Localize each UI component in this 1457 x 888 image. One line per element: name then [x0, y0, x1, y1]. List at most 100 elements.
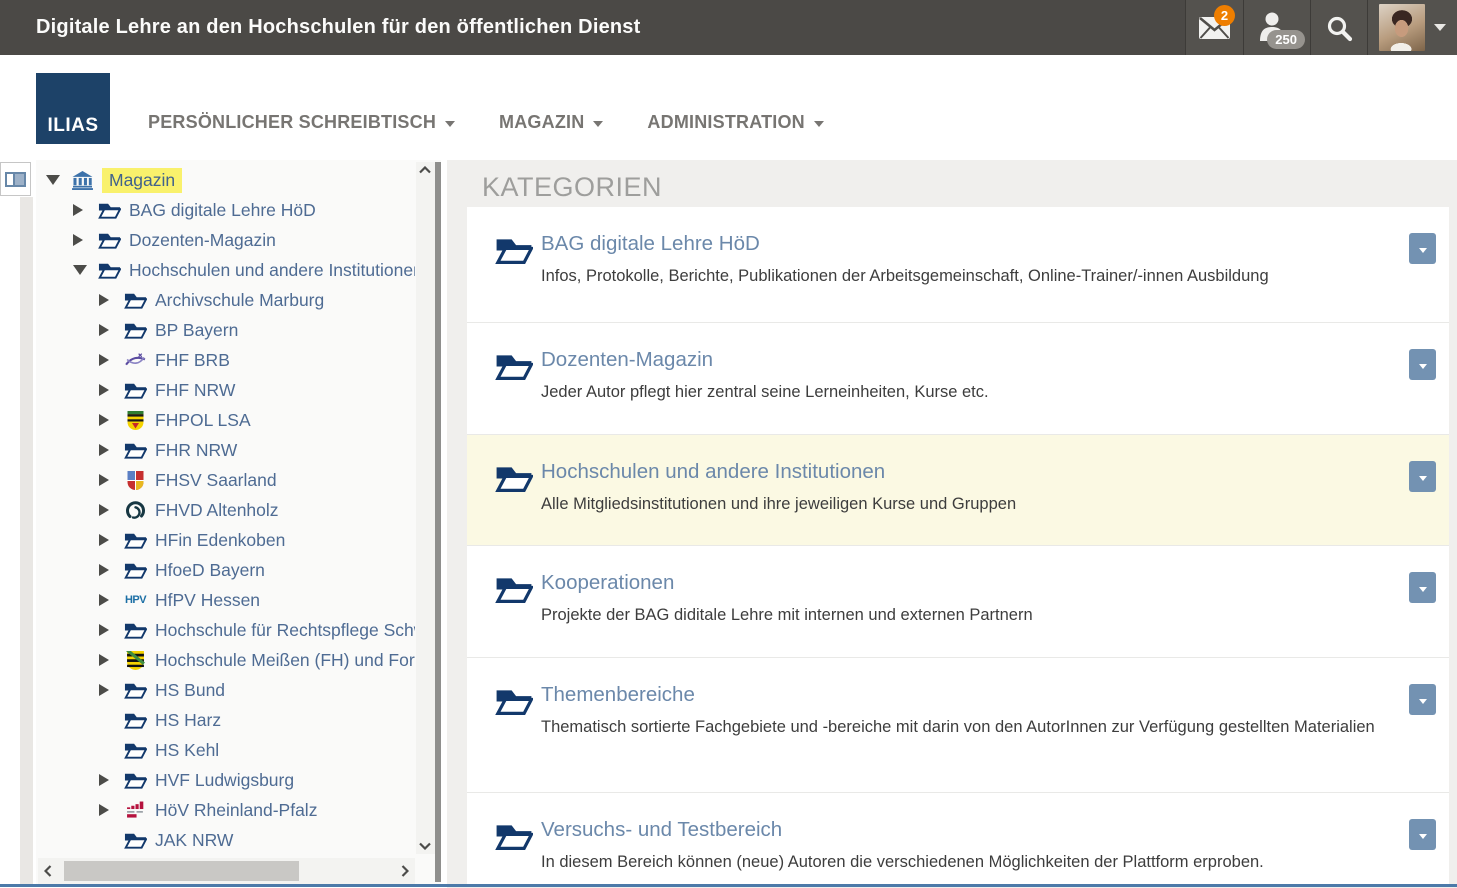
- tree-link[interactable]: Hochschule Meißen (FH) und Fort: [155, 650, 415, 671]
- saxony-anhalt-arms-icon: [124, 411, 147, 430]
- expand-arrow-icon[interactable]: [99, 624, 115, 636]
- main-content: KATEGORIEN BAG digitale Lehre HöD Infos,…: [447, 160, 1457, 888]
- horizontal-scrollbar-thumb[interactable]: [64, 861, 299, 881]
- expand-arrow-icon[interactable]: [73, 234, 89, 246]
- category-link[interactable]: Kooperationen: [541, 571, 674, 595]
- content-area: Magazin BAG digitale Lehre HöD Dozenten-…: [0, 160, 1457, 888]
- category-actions-dropdown[interactable]: [1409, 233, 1436, 264]
- category-link[interactable]: Dozenten-Magazin: [541, 348, 713, 372]
- tree-link[interactable]: HfoeD Bayern: [155, 560, 265, 581]
- mail-button[interactable]: 2: [1185, 0, 1243, 55]
- tree-link[interactable]: FHF BRB: [155, 350, 230, 371]
- tree-link[interactable]: Hochschulen und andere Institutionen: [129, 260, 415, 281]
- folder-icon: [124, 441, 147, 460]
- tree-link[interactable]: Hochschule für Rechtspflege Schw: [155, 620, 415, 641]
- expand-arrow-icon[interactable]: [99, 594, 115, 606]
- chevron-down-icon: [1419, 364, 1427, 369]
- category-link[interactable]: Hochschulen und andere Institutionen: [541, 460, 885, 484]
- scroll-down-icon[interactable]: [419, 842, 431, 850]
- collapse-arrow-icon[interactable]: [46, 175, 62, 185]
- expand-arrow-icon[interactable]: [99, 504, 115, 516]
- category-actions-dropdown[interactable]: [1409, 819, 1436, 850]
- repository-tree: Magazin BAG digitale Lehre HöD Dozenten-…: [36, 160, 441, 884]
- tree-item: FHF NRW: [36, 375, 415, 405]
- expand-arrow-icon[interactable]: [99, 684, 115, 696]
- expand-arrow-icon[interactable]: [99, 354, 115, 366]
- scroll-left-icon[interactable]: [44, 865, 52, 877]
- scroll-up-icon[interactable]: [419, 166, 431, 174]
- tree-link[interactable]: FHVD Altenholz: [155, 500, 279, 521]
- tree-link[interactable]: HfPV Hessen: [155, 590, 260, 611]
- tree-link-magazin[interactable]: Magazin: [102, 168, 182, 193]
- nav-item-magazin[interactable]: MAGAZIN: [499, 112, 603, 133]
- hoev-rlp-logo-icon: [124, 801, 147, 820]
- expand-arrow-icon[interactable]: [99, 564, 115, 576]
- folder-icon: [495, 463, 533, 494]
- folder-icon: [98, 201, 121, 220]
- tree-item: BP Bayern: [36, 315, 415, 345]
- category-link[interactable]: Themenbereiche: [541, 683, 695, 707]
- tree-link[interactable]: HS Bund: [155, 680, 225, 701]
- tree-link[interactable]: FHF NRW: [155, 380, 235, 401]
- tree-link[interactable]: BAG digitale Lehre HöD: [129, 200, 316, 221]
- expand-arrow-icon[interactable]: [99, 654, 115, 666]
- expand-arrow-icon[interactable]: [99, 444, 115, 456]
- tree-toggle-button[interactable]: [0, 162, 31, 196]
- chevron-down-icon: [445, 121, 455, 127]
- nav-item-personal-desktop[interactable]: PERSÖNLICHER SCHREIBTISCH: [148, 112, 455, 133]
- tree-link[interactable]: FHSV Saarland: [155, 470, 277, 491]
- chevron-down-icon: [1419, 248, 1427, 253]
- nav-item-administration[interactable]: ADMINISTRATION: [647, 112, 823, 133]
- tree-horizontal-scrollbar[interactable]: [38, 858, 415, 884]
- saxony-arms-icon: [124, 651, 147, 670]
- expand-arrow-icon[interactable]: [99, 324, 115, 336]
- tree-link[interactable]: HS Harz: [155, 710, 221, 731]
- tree-link[interactable]: HFin Edenkoben: [155, 530, 285, 551]
- tree-item: HVF Ludwigsburg: [36, 765, 415, 795]
- tree-item: Hochschule für Rechtspflege Schw: [36, 615, 415, 645]
- folder-icon: [124, 291, 147, 310]
- category-description: Projekte der BAG diditale Lehre mit inte…: [541, 604, 1379, 628]
- top-header-bar: Digitale Lehre an den Hochschulen für de…: [0, 0, 1457, 55]
- main-navigation-bar: ILIAS PERSÖNLICHER SCHREIBTISCH MAGAZIN …: [0, 55, 1457, 160]
- tree-item: FHVD Altenholz: [36, 495, 415, 525]
- category-actions-dropdown[interactable]: [1409, 684, 1436, 715]
- expand-arrow-icon[interactable]: [99, 384, 115, 396]
- nav-label: ADMINISTRATION: [647, 112, 804, 133]
- expand-arrow-icon[interactable]: [99, 534, 115, 546]
- expand-arrow-icon[interactable]: [99, 294, 115, 306]
- online-users-button[interactable]: 250: [1243, 0, 1310, 55]
- tree-link[interactable]: HS Kehl: [155, 740, 219, 761]
- expand-arrow-icon[interactable]: [99, 774, 115, 786]
- tree-link[interactable]: FHR NRW: [155, 440, 237, 461]
- expand-arrow-icon[interactable]: [99, 804, 115, 816]
- tree-scrollbar-thumb[interactable]: [435, 162, 441, 882]
- expand-arrow-icon[interactable]: [99, 474, 115, 486]
- ilias-logo[interactable]: ILIAS: [36, 73, 110, 144]
- tree-link[interactable]: Dozenten-Magazin: [129, 230, 276, 251]
- expand-arrow-icon[interactable]: [73, 204, 89, 216]
- tree-item: HfoeD Bayern: [36, 555, 415, 585]
- scroll-right-icon[interactable]: [401, 865, 409, 877]
- category-actions-dropdown[interactable]: [1409, 349, 1436, 380]
- tree-link[interactable]: HVF Ludwigsburg: [155, 770, 294, 791]
- tree-link[interactable]: FHPOL LSA: [155, 410, 251, 431]
- expand-arrow-icon[interactable]: [99, 414, 115, 426]
- collapse-arrow-icon[interactable]: [73, 265, 89, 275]
- category-actions-dropdown[interactable]: [1409, 572, 1436, 603]
- category-link[interactable]: Versuchs- und Testbereich: [541, 818, 782, 842]
- tree-link[interactable]: HöV Rheinland-Pfalz: [155, 800, 317, 821]
- bottom-divider: [0, 884, 1457, 887]
- chevron-down-icon: [1419, 699, 1427, 704]
- tree-link[interactable]: BP Bayern: [155, 320, 238, 341]
- category-actions-dropdown[interactable]: [1409, 461, 1436, 492]
- tree-link[interactable]: Archivschule Marburg: [155, 290, 324, 311]
- tree-link[interactable]: JAK NRW: [155, 830, 233, 851]
- search-button[interactable]: [1310, 0, 1367, 55]
- category-link[interactable]: BAG digitale Lehre HöD: [541, 232, 760, 256]
- left-rail: [20, 197, 33, 884]
- tree-vertical-scrollbar[interactable]: [416, 162, 435, 854]
- user-menu-button[interactable]: [1367, 0, 1457, 55]
- category-row: Versuchs- und Testbereich In diesem Bere…: [467, 792, 1449, 884]
- tree-item: FHSV Saarland: [36, 465, 415, 495]
